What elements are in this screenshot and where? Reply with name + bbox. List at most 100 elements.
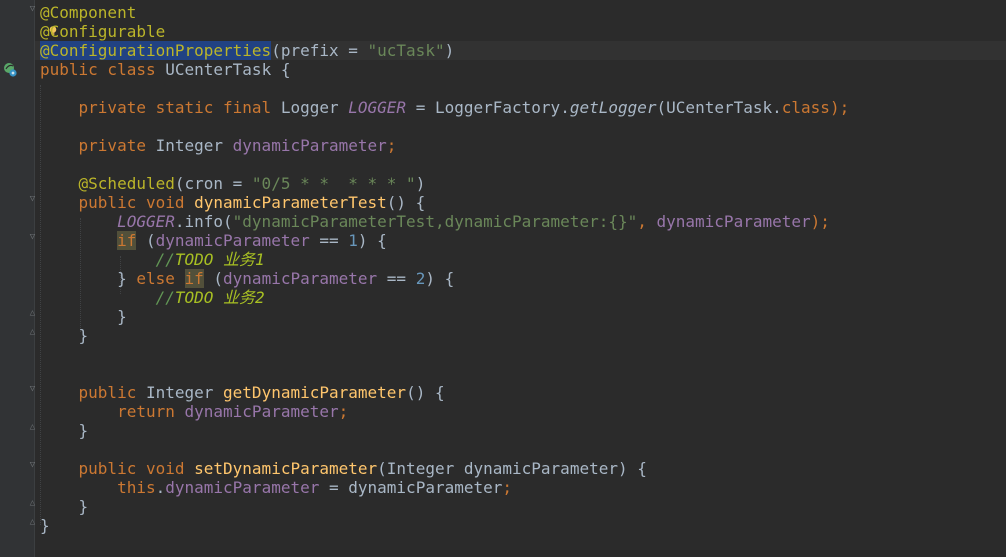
code-token: LOGGER [40,212,175,231]
code-token: "ucTask" [367,41,445,60]
code-token: dynamicParameter [223,269,378,288]
code-token: } [40,497,89,516]
code-token: getDynamicParameter [223,383,407,402]
code-token: ) { [357,231,387,250]
code-token: ; [338,402,349,421]
fold-marker-getter-start[interactable]: ▽ [28,385,37,394]
code-line-12[interactable]: LOGGER.info("dynamicParameterTest,dynami… [40,212,830,231]
code-line-4[interactable]: public class UCenterTask { [40,60,290,79]
code-token: this [40,478,156,497]
code-line-25[interactable]: public void setDynamicParameter(Integer … [40,459,647,478]
code-token: @Component [40,3,137,22]
code-line-23[interactable]: } [40,421,89,440]
code-token: ) [444,41,455,60]
fold-marker-class-start[interactable]: ▽ [28,5,37,14]
code-line-17[interactable]: } [40,307,127,326]
code-token: public [40,383,146,402]
spring-bean-icon[interactable] [2,62,18,78]
code-token: else [136,269,185,288]
fold-marker-if-start[interactable]: ▽ [28,233,37,242]
code-token: } [40,269,137,288]
code-line-8[interactable]: private Integer dynamicParameter; [40,136,397,155]
code-token: dynamicParameter [165,478,320,497]
code-token: ); [810,212,830,231]
code-token: == [377,269,416,288]
code-token: } [40,307,127,326]
code-token: LOGGER [348,98,407,117]
code-token: setDynamicParameter [194,459,378,478]
code-token: ) [415,174,426,193]
code-token: () { [386,193,426,212]
editor-gutter[interactable] [0,0,35,557]
code-line-2[interactable]: @Configurable [40,22,165,41]
code-line-10[interactable]: @Scheduled(cron = "0/5 * * * * * ") [40,174,426,193]
code-line-1[interactable]: @Component [40,3,136,22]
code-token: (prefix = [271,41,368,60]
code-token: ) { [425,269,455,288]
code-token: 1 [348,231,358,250]
fold-marker-method-start[interactable]: ▽ [28,195,37,204]
code-token: if [184,269,204,288]
code-line-3[interactable]: @ConfigurationProperties(prefix = "ucTas… [40,41,454,60]
fold-marker-class-end[interactable]: △ [28,518,37,527]
code-token: TODO 业务1 [174,250,265,269]
code-token: TODO 业务2 [174,288,265,307]
code-line-15[interactable]: } else if (dynamicParameter == 2) { [40,269,454,288]
fold-marker-if-end[interactable]: △ [28,309,37,318]
code-token: public void [40,193,195,212]
code-token: "0/5 * * * * * " [251,174,416,193]
code-token: Integer [145,383,224,402]
fold-marker-setter-end[interactable]: △ [28,499,37,508]
code-token: . [155,478,166,497]
code-token: return [40,402,185,421]
code-token: // [40,250,175,269]
code-line-28[interactable]: } [40,516,50,535]
code-token: if [117,231,137,250]
code-token: @ConfigurationProperties [40,41,272,60]
code-line-6[interactable]: private static final Logger LOGGER = Log… [40,98,850,117]
code-token: private static final [40,98,281,117]
code-line-11[interactable]: public void dynamicParameterTest() { [40,193,426,212]
code-token: dynamicParameter [184,402,339,421]
code-token: Logger [280,98,349,117]
code-area[interactable]: @Component @Configurable @ConfigurationPro… [40,3,1006,557]
code-token: UCenterTask { [165,60,291,79]
code-token: ; [386,136,397,155]
code-token: } [40,421,89,440]
fold-marker-getter-end[interactable]: △ [28,423,37,432]
fold-marker-setter-start[interactable]: ▽ [28,461,37,470]
code-token: (Integer dynamicParameter) { [377,459,647,478]
code-token: dynamicParameter [155,231,310,250]
code-token: @Configurable [40,22,166,41]
code-line-18[interactable]: } [40,326,89,345]
code-token: getLogger [569,98,657,117]
code-token: (UCenterTask. [656,98,782,117]
code-token: ( [203,269,224,288]
fold-marker-method-end[interactable]: △ [28,328,37,337]
code-line-16[interactable]: //TODO 业务2 [40,288,265,307]
code-editor[interactable]: ▽ ▽ ▽ △ △ ▽ △ ▽ △ △ @Component @Configura… [0,0,1006,557]
code-token: // [40,288,175,307]
code-token: == [309,231,349,250]
code-token: class [781,98,830,117]
code-line-26[interactable]: this.dynamicParameter = dynamicParameter… [40,478,512,497]
code-line-21[interactable]: public Integer getDynamicParameter() { [40,383,445,402]
code-token: ; [502,478,513,497]
code-token: ( [136,231,156,250]
code-token: 2 [415,269,426,288]
code-line-27[interactable]: } [40,497,89,516]
code-token: , [637,212,657,231]
code-line-22[interactable]: return dynamicParameter; [40,402,348,421]
code-token: dynamicParameter [656,212,811,231]
code-token: = dynamicParameter [319,478,503,497]
code-token: dynamicParameter [232,136,387,155]
code-token: } [40,516,50,535]
code-token: = LoggerFactory. [406,98,570,117]
code-token: .info( [174,212,233,231]
code-token: public void [40,459,195,478]
code-token: ); [829,98,850,117]
code-token: @Scheduled [40,174,175,193]
code-line-14[interactable]: //TODO 业务1 [40,250,265,269]
code-line-13[interactable]: if (dynamicParameter == 1) { [40,231,387,250]
